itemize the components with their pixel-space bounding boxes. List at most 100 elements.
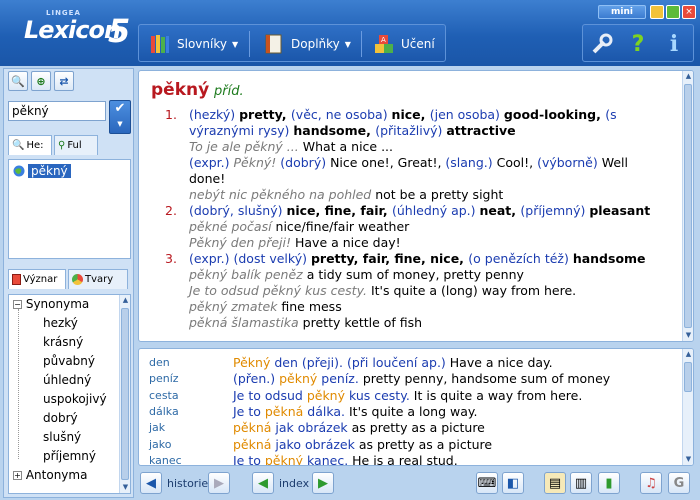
tree-leaf[interactable]: půvabný — [43, 354, 95, 372]
tree-leaf[interactable]: krásný — [43, 335, 83, 353]
phrase-row[interactable]: cesta Je to odsud pěkný kus cesty. It is … — [139, 388, 679, 405]
example-translation: nice/fine/fair weather — [275, 219, 410, 234]
phrase-scrollbar[interactable]: ▲ ▼ — [682, 349, 693, 465]
maximize-button[interactable] — [666, 5, 680, 19]
scroll-thumb[interactable] — [121, 308, 129, 480]
usage-label: (s — [605, 107, 617, 122]
scroll-thumb[interactable] — [684, 362, 692, 392]
search-go-button[interactable]: ✔ ▼ — [109, 100, 131, 134]
list-item[interactable]: pěkný — [13, 163, 71, 179]
phrase-part: Je to — [233, 452, 265, 466]
search-icon[interactable]: 🔍 — [8, 71, 28, 91]
sense-line: pěkný zmatek fine mess — [189, 299, 342, 315]
phrase-row[interactable]: jak pěkná jak obrázek as pretty as a pict… — [139, 420, 679, 437]
translation: handsome, — [293, 123, 376, 138]
mini-mode-button[interactable]: mini — [598, 5, 646, 19]
phrase-row[interactable]: den Pěkný den (přeji). (při loučení ap.) … — [139, 355, 679, 372]
phrase-text: Pěkný den (přeji). (při loučení ap.) Hav… — [233, 355, 553, 370]
history-back-button[interactable]: ◀ — [140, 472, 162, 494]
sense-line: pěkné počasí nice/fine/fair weather — [189, 219, 409, 235]
scroll-down-icon[interactable]: ▼ — [683, 454, 693, 465]
tree-leaf[interactable]: slušný — [43, 430, 81, 448]
sense-line: To je ale pěkný ... What a nice ... — [189, 139, 393, 155]
example-translation: a tidy sum of money, pretty penny — [306, 267, 524, 282]
search-input[interactable] — [8, 101, 106, 121]
phrase-row[interactable]: dálka Je to pěkná dálka. It's quite a lon… — [139, 404, 679, 421]
example-translation: Have a nice day! — [294, 235, 401, 250]
phrase-row[interactable]: peníz (přen.) pěkný peníz. pretty penny, … — [139, 371, 679, 388]
notes-icon[interactable]: ▤ — [544, 472, 566, 494]
phrase-key: den — [149, 356, 170, 369]
menu-doplnky[interactable]: Doplňky ▼ — [263, 25, 351, 63]
tree-leaf[interactable]: uspokojivý — [43, 392, 107, 410]
phrase-text: pěkná jako obrázek as pretty as a pictur… — [233, 437, 492, 452]
translation: nice, fine, fair, — [286, 203, 392, 218]
index-label: index — [279, 477, 310, 490]
tree-scrollbar[interactable]: ▲ ▼ — [119, 295, 130, 493]
phrase-text: (přen.) pěkný peníz. pretty penny, hands… — [233, 371, 610, 386]
scroll-up-icon[interactable]: ▲ — [683, 71, 693, 82]
menu-uceni[interactable]: A Učení — [373, 25, 435, 63]
svg-text:A: A — [381, 36, 386, 44]
result-list: pěkný — [8, 159, 131, 259]
tree-label: Synonyma — [25, 297, 90, 311]
collapse-icon[interactable]: − — [13, 300, 22, 309]
tree-leaf[interactable]: úhledný — [43, 373, 91, 391]
phrase-part: Je to — [233, 403, 265, 419]
scroll-down-icon[interactable]: ▼ — [683, 330, 693, 341]
example-translation: What a nice ... — [302, 139, 394, 154]
highlighted-term: pěkný — [279, 371, 318, 387]
bookmark-book-icon[interactable]: ▮ — [598, 472, 620, 494]
pronunciation-icon[interactable]: ♫ — [640, 472, 662, 494]
scroll-thumb[interactable] — [684, 84, 692, 328]
phrase-part: Je to odsud — [233, 387, 307, 403]
tab-headword[interactable]: 🔍 He: — [8, 135, 52, 155]
phrase-row[interactable]: kanec Je to pěkný kanec. He is a real stu… — [139, 452, 679, 466]
tree-node-synonyma[interactable]: − Synonyma — [13, 297, 89, 315]
tab-vyznam[interactable]: Význar — [8, 269, 66, 289]
sense-line: (expr.) Pěkný! (dobrý) Nice one!, Great!… — [189, 155, 628, 171]
scroll-up-icon[interactable]: ▲ — [683, 349, 693, 360]
tree-leaf[interactable]: příjemný — [43, 449, 96, 467]
entry-scrollbar[interactable]: ▲ ▼ — [682, 71, 693, 341]
document-icon[interactable]: ▥ — [570, 472, 592, 494]
index-back-button[interactable]: ◀ — [252, 472, 274, 494]
usage-label: (hezký) — [189, 107, 240, 122]
keyboard-icon[interactable]: ⌨ — [476, 472, 498, 494]
globe-icon — [13, 165, 25, 177]
chevron-down-icon: ▼ — [117, 120, 123, 128]
phrase-text: pěkná jak obrázek as pretty as a picture — [233, 420, 485, 435]
scroll-down-icon[interactable]: ▼ — [120, 482, 130, 493]
example: Pěkný! — [233, 155, 281, 170]
zoom-in-icon[interactable]: ⊕ — [31, 71, 51, 91]
expand-icon[interactable]: + — [13, 471, 22, 480]
tab-fulltext[interactable]: ⚲ Ful — [54, 135, 98, 155]
example-translation: fine mess — [281, 299, 342, 314]
swap-direction-icon[interactable]: ⇄ — [54, 71, 74, 91]
example: Je to odsud pěkný kus cesty. — [189, 283, 371, 298]
sense-number: 3. — [165, 251, 177, 266]
phrase-row[interactable]: jako pěkná jako obrázek as pretty as a pi… — [139, 437, 679, 454]
tab-tvary[interactable]: Tvary — [68, 269, 128, 289]
phrase-part: (přen.) — [233, 371, 280, 387]
menu-label: Slovníky — [177, 37, 227, 51]
highlighted-term: pěkná — [264, 403, 304, 419]
example: pěkná šlamastika — [189, 315, 303, 330]
translation: attractive — [446, 123, 516, 138]
index-forward-button[interactable]: ▶ — [312, 472, 334, 494]
tree-leaf[interactable]: hezký — [43, 316, 78, 334]
settings-wrench-icon[interactable] — [587, 29, 617, 59]
close-button[interactable]: × — [682, 5, 696, 19]
info-icon[interactable]: i — [659, 29, 689, 59]
tree-node-antonyma[interactable]: + Antonyma — [13, 468, 87, 486]
minimize-button[interactable] — [650, 5, 664, 19]
scroll-up-icon[interactable]: ▲ — [120, 295, 130, 306]
grammar-icon[interactable]: G — [668, 472, 690, 494]
split-view-icon[interactable]: ◧ — [502, 472, 524, 494]
help-icon[interactable]: ? — [623, 29, 653, 59]
menu-slovniky[interactable]: Slovníky ▼ — [149, 25, 238, 63]
history-forward-button[interactable]: ▶ — [208, 472, 230, 494]
highlighted-term: pěkný — [306, 387, 345, 403]
tree-leaf[interactable]: dobrý — [43, 411, 78, 429]
sense-number: 2. — [165, 203, 177, 218]
